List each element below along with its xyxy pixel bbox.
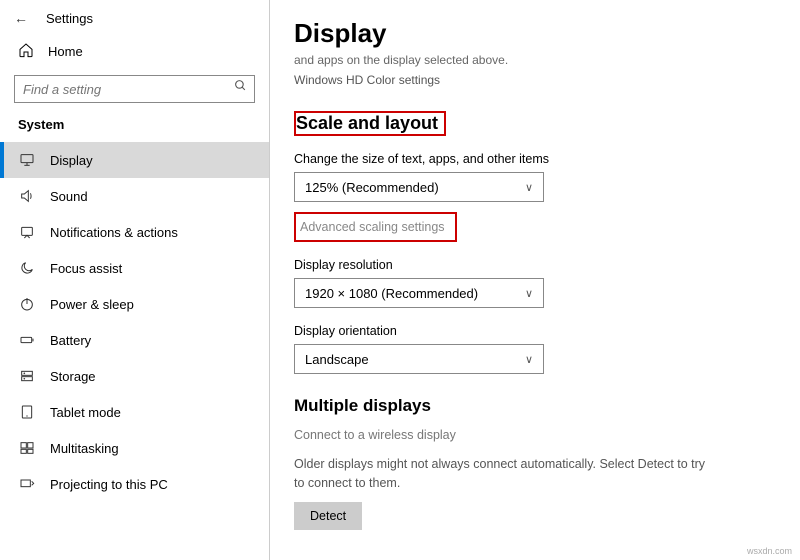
notifications-icon (18, 224, 36, 240)
main-content: Display and apps on the display selected… (270, 0, 800, 560)
resolution-value: 1920 × 1080 (Recommended) (305, 286, 478, 301)
search-input[interactable] (14, 75, 255, 103)
orientation-value: Landscape (305, 352, 369, 367)
home-icon (18, 42, 34, 61)
wireless-display-link[interactable]: Connect to a wireless display (294, 426, 714, 445)
battery-icon (18, 332, 36, 348)
advanced-scaling-link[interactable]: Advanced scaling settings (300, 220, 445, 234)
nav-label: Sound (50, 189, 88, 204)
projecting-icon (18, 476, 36, 492)
sidebar-header: ← Settings (0, 0, 269, 32)
main-heading: Display (294, 18, 772, 49)
nav-label: Display (50, 153, 93, 168)
nav-multitasking[interactable]: Multitasking (0, 430, 269, 466)
scale-dropdown[interactable]: 125% (Recommended) ∨ (294, 172, 544, 202)
nav-label: Notifications & actions (50, 225, 178, 240)
tablet-icon (18, 404, 36, 420)
search-icon (234, 71, 247, 99)
scale-value: 125% (Recommended) (305, 180, 439, 195)
home-label: Home (48, 44, 83, 59)
highlight-advanced-link: Advanced scaling settings (294, 212, 457, 242)
nav-label: Tablet mode (50, 405, 121, 420)
nav-projecting[interactable]: Projecting to this PC (0, 466, 269, 502)
orientation-dropdown[interactable]: Landscape ∨ (294, 344, 544, 374)
nav-focus-assist[interactable]: Focus assist (0, 250, 269, 286)
nav-display[interactable]: Display (0, 142, 269, 178)
page-title: Settings (46, 11, 93, 26)
settings-window: ← Settings Home System Display Sound N (0, 0, 800, 560)
detect-button[interactable]: Detect (294, 502, 362, 530)
hd-color-link[interactable]: Windows HD Color settings (294, 73, 772, 87)
resolution-label: Display resolution (294, 258, 772, 272)
nav-label: Focus assist (50, 261, 122, 276)
older-displays-text: Older displays might not always connect … (294, 455, 714, 493)
resolution-dropdown[interactable]: 1920 × 1080 (Recommended) ∨ (294, 278, 544, 308)
search-wrap (0, 71, 269, 113)
scale-label: Change the size of text, apps, and other… (294, 152, 772, 166)
back-icon[interactable]: ← (14, 10, 28, 26)
multitasking-icon (18, 440, 36, 456)
highlight-scale-heading: Scale and layout (294, 111, 446, 136)
moon-icon (18, 260, 36, 276)
orientation-label: Display orientation (294, 324, 772, 338)
multiple-displays-heading: Multiple displays (294, 396, 772, 416)
storage-icon (18, 368, 36, 384)
sound-icon (18, 188, 36, 204)
nav-label: Multitasking (50, 441, 119, 456)
scale-heading: Scale and layout (296, 113, 438, 134)
nav-tablet[interactable]: Tablet mode (0, 394, 269, 430)
nav-label: Storage (50, 369, 96, 384)
chevron-down-icon: ∨ (525, 353, 533, 366)
display-icon (18, 152, 36, 168)
home-nav[interactable]: Home (0, 32, 269, 71)
nav-sound[interactable]: Sound (0, 178, 269, 214)
sidebar: ← Settings Home System Display Sound N (0, 0, 270, 560)
power-icon (18, 296, 36, 312)
watermark: wsxdn.com (747, 546, 792, 556)
nav-label: Projecting to this PC (50, 477, 168, 492)
nav-storage[interactable]: Storage (0, 358, 269, 394)
nav-power[interactable]: Power & sleep (0, 286, 269, 322)
chevron-down-icon: ∨ (525, 181, 533, 194)
chevron-down-icon: ∨ (525, 287, 533, 300)
nav-label: Power & sleep (50, 297, 134, 312)
nav-label: Battery (50, 333, 91, 348)
nav-notifications[interactable]: Notifications & actions (0, 214, 269, 250)
nav-battery[interactable]: Battery (0, 322, 269, 358)
cropped-text: and apps on the display selected above. (294, 53, 772, 67)
group-label: System (0, 113, 269, 142)
